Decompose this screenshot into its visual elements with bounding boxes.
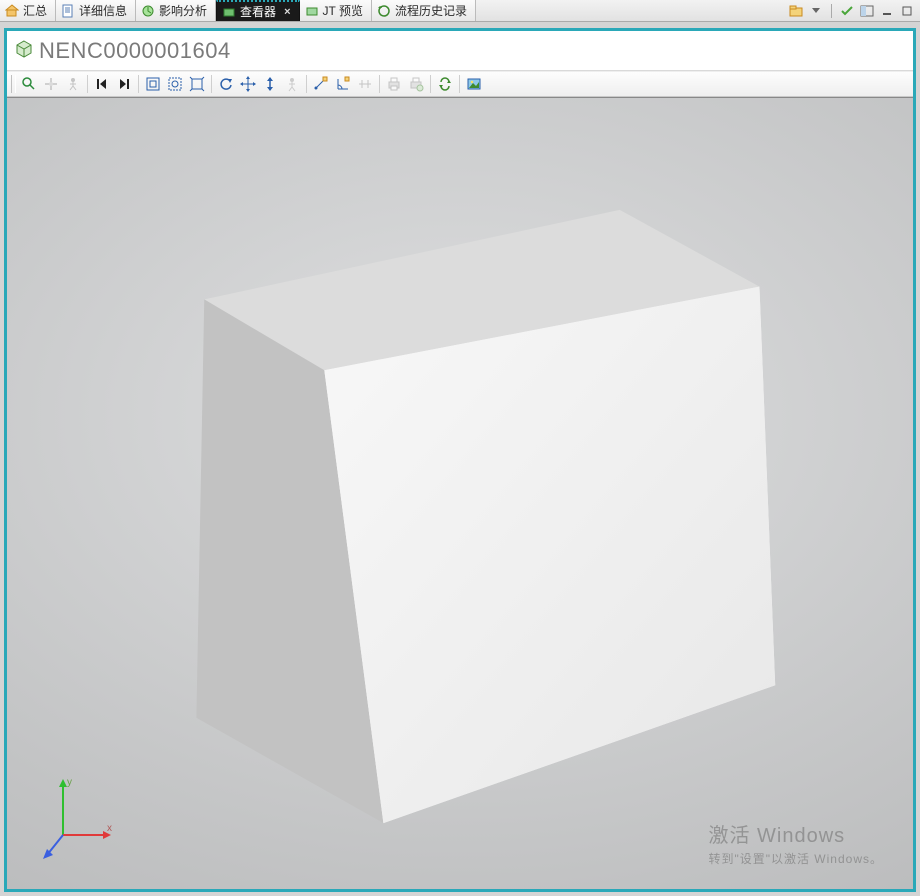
tab-label: 详细信息 bbox=[79, 2, 127, 19]
impact-icon bbox=[141, 4, 155, 18]
svg-text:x: x bbox=[107, 823, 112, 834]
viewer-toolbar bbox=[7, 71, 913, 97]
print-button[interactable] bbox=[383, 73, 405, 95]
zoom-window-button[interactable] bbox=[186, 73, 208, 95]
toolbar-separator bbox=[211, 75, 212, 93]
zoom-area-button[interactable] bbox=[164, 73, 186, 95]
tab-label: 影响分析 bbox=[159, 2, 207, 19]
maximize-icon[interactable] bbox=[900, 4, 914, 18]
toolbar-grip bbox=[11, 75, 16, 93]
tab-viewer[interactable]: 查看器 × bbox=[216, 0, 299, 21]
svg-text:y: y bbox=[67, 777, 72, 788]
toolbar-separator bbox=[306, 75, 307, 93]
document-icon bbox=[61, 4, 75, 18]
measure-dist-button[interactable] bbox=[310, 73, 332, 95]
pan-button[interactable] bbox=[40, 73, 62, 95]
history-icon bbox=[377, 4, 391, 18]
panel-icon[interactable] bbox=[860, 4, 874, 18]
close-icon[interactable]: × bbox=[284, 6, 290, 18]
print-sel-button[interactable] bbox=[405, 73, 427, 95]
tab-details[interactable]: 详细信息 bbox=[56, 0, 136, 21]
tab-label: JT 预览 bbox=[323, 2, 363, 19]
walk-button[interactable] bbox=[62, 73, 84, 95]
last-button[interactable] bbox=[113, 73, 135, 95]
measure-angle-button[interactable] bbox=[332, 73, 354, 95]
tabs-container: 汇总 详细信息 影响分析 查看器 × JT 预览 bbox=[0, 0, 476, 21]
title-row: NENC0000001604 bbox=[7, 31, 913, 71]
toolbar-separator bbox=[430, 75, 431, 93]
move-button[interactable] bbox=[237, 73, 259, 95]
tab-bar: 汇总 详细信息 影响分析 查看器 × JT 预览 bbox=[0, 0, 920, 22]
toolbar-separator bbox=[87, 75, 88, 93]
first-button[interactable] bbox=[91, 73, 113, 95]
content-frame: NENC0000001604 bbox=[4, 28, 916, 892]
tab-label: 汇总 bbox=[23, 2, 47, 19]
separator bbox=[831, 4, 832, 18]
tab-label: 流程历史记录 bbox=[395, 2, 467, 19]
fit-all-button[interactable] bbox=[142, 73, 164, 95]
viewer-icon bbox=[222, 5, 236, 19]
orientation-triad: y x bbox=[33, 773, 123, 863]
zoom-button[interactable] bbox=[18, 73, 40, 95]
tab-summary[interactable]: 汇总 bbox=[0, 0, 56, 21]
window-controls bbox=[789, 0, 920, 21]
toolbar-separator bbox=[138, 75, 139, 93]
part-icon bbox=[15, 40, 33, 61]
tab-impact[interactable]: 影响分析 bbox=[136, 0, 216, 21]
tab-history[interactable]: 流程历史记录 bbox=[372, 0, 476, 21]
refresh-button[interactable] bbox=[215, 73, 237, 95]
folder-icon[interactable] bbox=[789, 4, 803, 18]
watermark-line2: 转到"设置"以激活 Windows。 bbox=[708, 850, 883, 867]
image-button[interactable] bbox=[463, 73, 485, 95]
toolbar-separator bbox=[459, 75, 460, 93]
check-icon[interactable] bbox=[840, 4, 854, 18]
3d-viewport[interactable]: y x 激活 Windows 转到"设置"以激活 Windows。 bbox=[7, 97, 913, 889]
jt-icon bbox=[305, 4, 319, 18]
tab-jt-preview[interactable]: JT 预览 bbox=[300, 0, 372, 21]
minimize-icon[interactable] bbox=[880, 4, 894, 18]
home-icon bbox=[5, 4, 19, 18]
chevron-down-icon[interactable] bbox=[809, 4, 823, 18]
tab-label: 查看器 bbox=[240, 3, 276, 20]
updown-button[interactable] bbox=[259, 73, 281, 95]
page-title: NENC0000001604 bbox=[39, 38, 231, 64]
toolbar-separator bbox=[379, 75, 380, 93]
sync-button[interactable] bbox=[434, 73, 456, 95]
model-box bbox=[152, 198, 792, 828]
person-button[interactable] bbox=[281, 73, 303, 95]
align-button[interactable] bbox=[354, 73, 376, 95]
